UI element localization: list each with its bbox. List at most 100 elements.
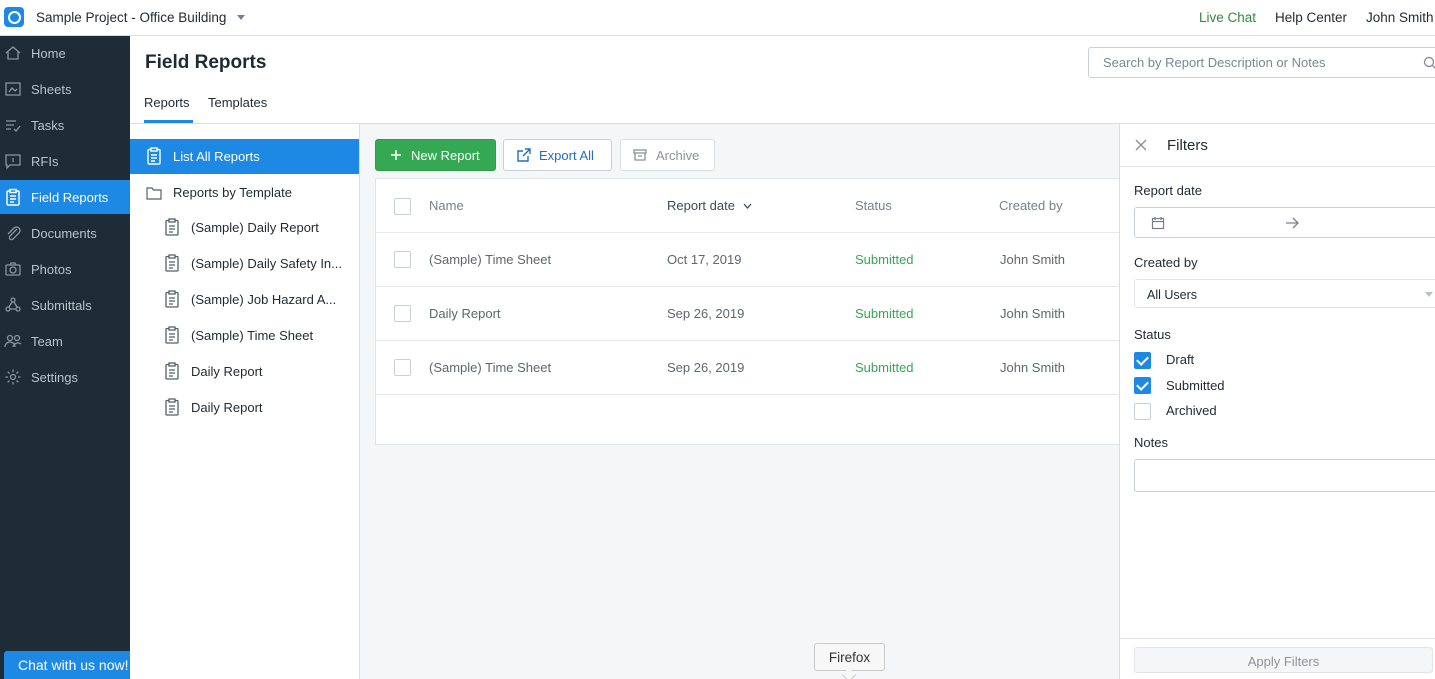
- sidebar-item-documents[interactable]: Documents: [0, 216, 130, 250]
- button-label: Apply Filters: [1247, 654, 1320, 669]
- status-archived-checkbox[interactable]: [1134, 403, 1151, 420]
- sidebar-item-photos[interactable]: Photos: [0, 252, 130, 286]
- archive-box-icon: [633, 149, 647, 161]
- clipboard-icon: [147, 147, 161, 165]
- report-name[interactable]: (Sample) Time Sheet: [429, 360, 551, 375]
- tab-templates[interactable]: Templates: [208, 95, 267, 110]
- list-item-label: (Sample) Daily Safety In...: [191, 256, 342, 271]
- camera-icon: [5, 262, 21, 276]
- created-by-value: All Users: [1147, 288, 1198, 302]
- report-date-range-picker[interactable]: [1134, 207, 1435, 238]
- table-row[interactable]: (Sample) Time Sheet Oct 17, 2019 Submitt…: [376, 233, 1121, 287]
- sidebar-item-label: Field Reports: [31, 190, 109, 205]
- project-name[interactable]: Sample Project - Office Building: [36, 10, 226, 25]
- search-icon[interactable]: [1423, 56, 1435, 70]
- report-date: Sep 26, 2019: [667, 306, 745, 321]
- clipboard-icon: [6, 188, 20, 206]
- project-dropdown-caret-icon[interactable]: [237, 15, 245, 20]
- list-all-reports-item[interactable]: List All Reports: [130, 139, 359, 174]
- team-icon: [4, 334, 22, 348]
- close-icon[interactable]: [1134, 138, 1148, 152]
- clipboard-icon: [165, 254, 179, 272]
- table-row[interactable]: Daily Report Sep 26, 2019 Submitted John…: [376, 287, 1121, 341]
- clipboard-icon: [165, 398, 179, 416]
- sidebar-item-tasks[interactable]: Tasks: [0, 108, 130, 142]
- divider: [1120, 638, 1435, 639]
- table-header-row: Name Report date Status Created by: [376, 179, 1121, 233]
- created-by-select[interactable]: All Users: [1134, 279, 1435, 308]
- search-input[interactable]: [1089, 48, 1409, 77]
- help-center-link[interactable]: Help Center: [1275, 10, 1347, 25]
- app-logo-icon[interactable]: [4, 7, 24, 27]
- submittals-icon: [5, 297, 21, 312]
- status-draft-label[interactable]: Draft: [1166, 352, 1194, 367]
- notes-field-wrapper: [1134, 459, 1435, 492]
- rfis-icon: [5, 154, 21, 170]
- sidebar-item-label: Submittals: [31, 298, 92, 313]
- report-name[interactable]: Daily Report: [429, 306, 501, 321]
- apply-filters-button[interactable]: Apply Filters: [1134, 647, 1433, 673]
- notes-label: Notes: [1134, 435, 1168, 450]
- sidebar-item-team[interactable]: Team: [0, 324, 130, 358]
- list-item-label: List All Reports: [173, 149, 260, 164]
- home-icon: [5, 46, 21, 60]
- export-all-button[interactable]: Export All: [503, 139, 612, 171]
- table-row[interactable]: (Sample) Time Sheet Sep 26, 2019 Submitt…: [376, 341, 1121, 395]
- notes-field[interactable]: [1135, 460, 1435, 491]
- status-label: Status: [1134, 327, 1171, 342]
- column-header-status[interactable]: Status: [855, 198, 892, 213]
- arrow-right-icon: [1286, 217, 1299, 229]
- sidebar-item-settings[interactable]: Settings: [0, 360, 130, 394]
- list-item-label: (Sample) Time Sheet: [191, 328, 314, 343]
- status-submitted-label[interactable]: Submitted: [1166, 378, 1225, 393]
- sidebar-item-label: RFIs: [31, 154, 59, 169]
- row-checkbox[interactable]: [394, 359, 411, 376]
- tooltip-text: Firefox: [828, 650, 871, 665]
- sidebar-item-sheets[interactable]: Sheets: [0, 72, 130, 106]
- sidebar-item-field-reports[interactable]: Field Reports: [0, 180, 130, 214]
- archive-button[interactable]: Archive: [620, 139, 715, 171]
- status-draft-checkbox[interactable]: [1134, 352, 1151, 369]
- report-date-label: Report date: [1134, 183, 1202, 198]
- clipboard-icon: [165, 362, 179, 380]
- sidebar-item-home[interactable]: Home: [0, 36, 130, 70]
- report-date: Oct 17, 2019: [667, 252, 742, 267]
- select-all-checkbox[interactable]: [394, 198, 411, 215]
- tasks-icon: [6, 120, 21, 132]
- live-chat-link[interactable]: Live Chat: [1199, 10, 1256, 25]
- report-status: Submitted: [855, 360, 914, 375]
- row-checkbox[interactable]: [394, 305, 411, 322]
- template-item[interactable]: (Sample) Daily Report: [130, 211, 359, 246]
- template-item[interactable]: Daily Report: [130, 391, 359, 426]
- new-report-button[interactable]: New Report: [375, 139, 496, 171]
- template-item[interactable]: (Sample) Time Sheet: [130, 319, 359, 354]
- template-item[interactable]: (Sample) Job Hazard A...: [130, 283, 359, 318]
- sidebar-item-rfis[interactable]: RFIs: [0, 144, 130, 178]
- sidebar-item-label: Team: [31, 334, 63, 349]
- report-created-by: John Smith: [1000, 360, 1066, 375]
- report-status: Submitted: [855, 252, 914, 267]
- plus-icon: [391, 150, 401, 160]
- user-menu[interactable]: John Smith: [1366, 10, 1434, 25]
- list-item-label: (Sample) Job Hazard A...: [191, 292, 337, 307]
- button-label: Export All: [539, 148, 594, 163]
- reports-by-template-item[interactable]: Reports by Template: [130, 175, 359, 210]
- column-header-report-date[interactable]: Report date: [667, 198, 735, 213]
- template-item[interactable]: Daily Report: [130, 355, 359, 390]
- status-submitted-checkbox[interactable]: [1134, 377, 1151, 394]
- status-archived-label[interactable]: Archived: [1166, 403, 1217, 418]
- sidebar-item-label: Tasks: [31, 118, 65, 133]
- column-header-created-by[interactable]: Created by: [999, 198, 1063, 213]
- active-tab-indicator: [144, 120, 193, 123]
- sidebar-item-label: Documents: [31, 226, 97, 241]
- row-checkbox[interactable]: [394, 251, 411, 268]
- tab-reports[interactable]: Reports: [144, 95, 190, 110]
- sidebar-item-submittals[interactable]: Submittals: [0, 288, 130, 322]
- clipboard-icon: [165, 218, 179, 236]
- clipboard-icon: [165, 326, 179, 344]
- report-name[interactable]: (Sample) Time Sheet: [429, 252, 551, 267]
- divider: [1120, 166, 1435, 167]
- template-item[interactable]: (Sample) Daily Safety In...: [130, 247, 359, 282]
- sort-descending-icon[interactable]: [743, 202, 752, 210]
- column-header-name[interactable]: Name: [429, 198, 464, 213]
